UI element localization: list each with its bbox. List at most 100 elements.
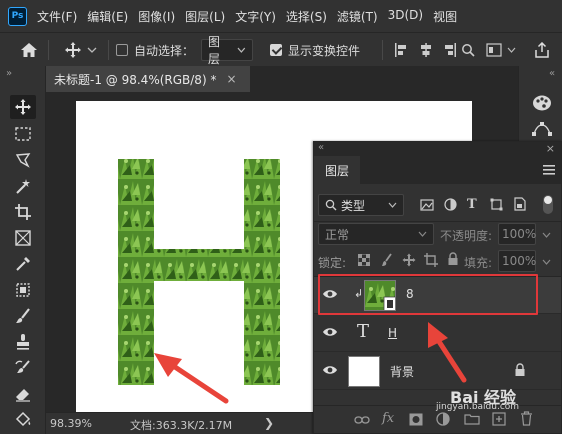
paint-bucket-tool[interactable]: [10, 408, 36, 432]
expand-toolbar-icon[interactable]: »: [6, 68, 12, 79]
close-panel-icon[interactable]: ×: [546, 142, 555, 155]
auto-select-checkbox[interactable]: 自动选择：: [116, 33, 194, 67]
align-left-icon: [395, 43, 406, 57]
auto-select-target-dropdown[interactable]: 图层: [201, 35, 253, 66]
red-arrow-annotation-layer: [428, 322, 467, 383]
marquee-tool[interactable]: [10, 122, 36, 146]
tab-layers[interactable]: 图层: [314, 156, 360, 184]
chevron-down-icon[interactable]: [542, 232, 551, 238]
search-button[interactable]: [461, 33, 475, 67]
lock-all-button[interactable]: [447, 252, 459, 266]
align-center-button[interactable]: [419, 33, 433, 67]
frame-tool[interactable]: [10, 226, 36, 250]
menu-select[interactable]: 选择(S): [286, 8, 327, 25]
delete-icon[interactable]: [520, 411, 533, 426]
auto-select-target-value: 图层: [208, 35, 221, 66]
layer-filter-row: 类型 T: [314, 192, 561, 218]
artboard-lock-icon: [424, 253, 438, 267]
blend-mode-dropdown[interactable]: 正常: [318, 223, 434, 245]
crop-tool[interactable]: [10, 200, 36, 224]
menu-layer[interactable]: 图层(L): [185, 8, 225, 25]
menu-icon: [543, 165, 555, 175]
eyedropper-tool[interactable]: [10, 252, 36, 276]
panel-menu-button[interactable]: [543, 165, 555, 175]
link-icon[interactable]: [354, 415, 370, 425]
close-tab-icon[interactable]: ×: [226, 72, 236, 86]
eraser-icon: [16, 389, 30, 402]
home-button[interactable]: [20, 33, 38, 67]
magic-wand-tool[interactable]: [10, 174, 36, 198]
collapse-panel-icon[interactable]: «: [318, 142, 324, 153]
new-layer-icon[interactable]: [492, 412, 506, 426]
menu-view[interactable]: 视图: [433, 8, 457, 25]
status-menu-arrow[interactable]: ❯: [264, 416, 274, 430]
paths-panel-button[interactable]: [531, 120, 553, 138]
eraser-tool[interactable]: [10, 382, 36, 406]
layer-name[interactable]: H: [388, 326, 397, 340]
menu-type[interactable]: 文字(Y): [235, 8, 276, 25]
expand-dock-icon[interactable]: «: [549, 68, 555, 79]
eye-icon[interactable]: [322, 364, 338, 376]
filter-pixel-button[interactable]: [420, 199, 434, 211]
stamp-icon: [17, 334, 29, 350]
chevron-down-icon: [418, 231, 427, 237]
color-panel-button[interactable]: [532, 94, 552, 112]
adjustment-filter-icon: [444, 198, 457, 211]
filter-type-text-icon[interactable]: T: [467, 197, 477, 212]
zoom-level[interactable]: 98.39%: [50, 417, 92, 430]
layer-name[interactable]: 背景: [390, 363, 414, 380]
healing-brush-tool[interactable]: [10, 278, 36, 302]
menu-filter[interactable]: 滤镜(T): [337, 8, 378, 25]
lock-position-button[interactable]: [402, 253, 416, 267]
align-left-button[interactable]: [394, 33, 408, 67]
menu-3d[interactable]: 3D(D): [388, 8, 423, 25]
frame-icon: [15, 230, 31, 246]
filter-adjustment-button[interactable]: [444, 198, 457, 211]
checkbox-box: [270, 44, 282, 56]
home-icon: [21, 43, 37, 57]
fill-field[interactable]: 100%: [498, 250, 536, 272]
document-tab-title: 未标题-1 @ 98.4%(RGB/8) *: [54, 72, 217, 87]
show-transform-checkbox[interactable]: 显示变换控件: [270, 33, 360, 67]
lock-artboard-button[interactable]: [424, 253, 438, 267]
move-icon: [15, 99, 31, 115]
menu-edit[interactable]: 编辑(E): [87, 8, 128, 25]
opacity-field[interactable]: 100%: [498, 223, 536, 245]
lock-transparent-pixels-button[interactable]: [358, 254, 370, 266]
history-brush-tool[interactable]: [10, 356, 36, 380]
text-layer-icon: T: [357, 321, 370, 342]
mask-icon[interactable]: [409, 413, 423, 426]
document-tab[interactable]: 未标题-1 @ 98.4%(RGB/8) * ×: [46, 66, 250, 92]
fx-icon[interactable]: fx: [382, 411, 394, 426]
move-tool-preset[interactable]: [64, 33, 97, 67]
lock-label: 锁定:: [318, 256, 347, 270]
share-button[interactable]: [534, 33, 550, 67]
menu-image[interactable]: 图像(I): [138, 8, 175, 25]
opacity-label: 不透明度:: [440, 229, 493, 243]
eye-icon[interactable]: [322, 326, 338, 338]
filter-smart-object-button[interactable]: [514, 197, 526, 211]
group-icon[interactable]: [464, 413, 480, 425]
chevron-down-icon: [388, 202, 397, 208]
align-right-button[interactable]: [443, 33, 457, 67]
chevron-down-icon: [507, 47, 516, 53]
filter-toggle[interactable]: [543, 195, 553, 214]
lasso-tool[interactable]: [10, 148, 36, 172]
chevron-down-icon: [237, 47, 246, 53]
lock-image-pixels-button[interactable]: [381, 253, 393, 267]
checkbox-box: [116, 44, 128, 56]
chevron-down-icon[interactable]: [542, 259, 551, 265]
lock-row: 锁定: 填充: 100%: [314, 250, 561, 274]
filter-shape-button[interactable]: [490, 198, 503, 211]
menu-file[interactable]: 文件(F): [37, 8, 77, 25]
healing-brush-icon: [16, 283, 30, 297]
clone-stamp-tool[interactable]: [10, 330, 36, 354]
workspace-chevron[interactable]: [507, 33, 516, 67]
blend-row: 正常 不透明度: 100%: [314, 223, 561, 247]
checkerboard-lock-icon: [358, 254, 370, 266]
adjustment-icon[interactable]: [436, 412, 450, 426]
brush-tool[interactable]: [10, 304, 36, 328]
filter-type-dropdown[interactable]: 类型: [318, 194, 404, 216]
workspace-button[interactable]: [486, 33, 502, 67]
move-tool[interactable]: [10, 95, 36, 119]
